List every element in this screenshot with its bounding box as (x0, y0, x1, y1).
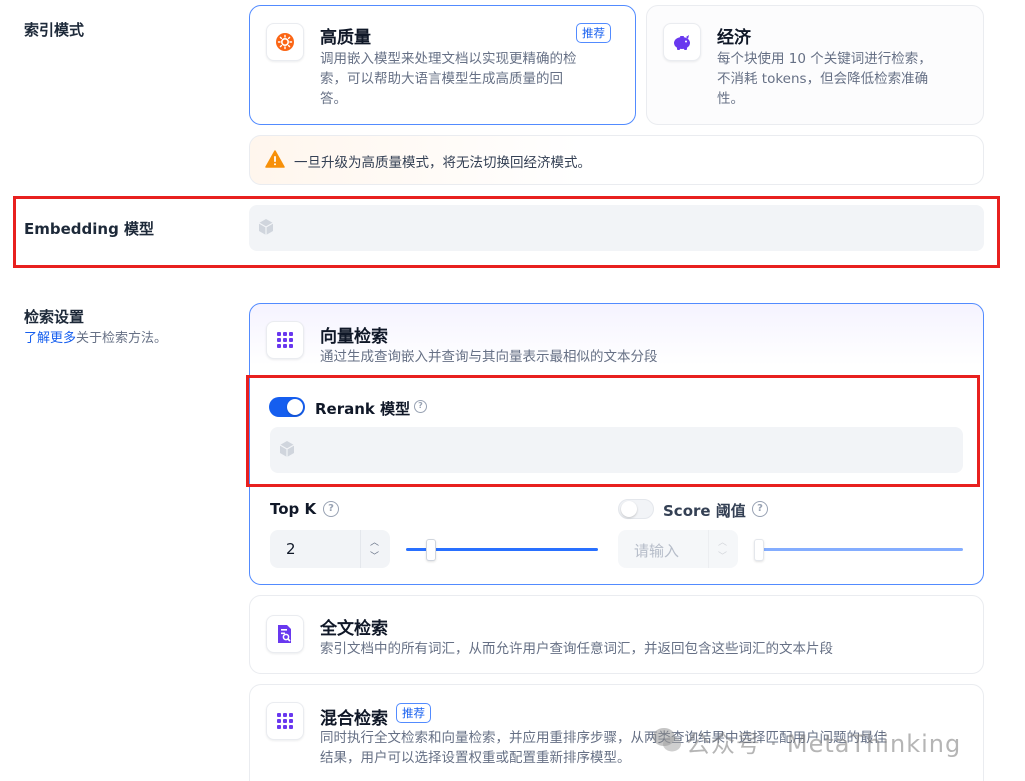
piggy-bank-icon (663, 23, 701, 61)
warning-text: 一旦升级为高质量模式，将无法切换回经济模式。 (294, 155, 591, 171)
score-threshold-toggle[interactable] (618, 499, 654, 519)
grid-icon (266, 702, 304, 740)
sun-icon (266, 23, 304, 61)
economy-title: 经济 (717, 28, 751, 48)
upgrade-warning: 一旦升级为高质量模式，将无法切换回经济模式。 (249, 135, 984, 185)
high-quality-option[interactable]: 高质量 推荐 调用嵌入模型来处理文档以实现更精确的检 索，可以帮助大语言模型生成… (249, 5, 636, 125)
vector-search-title: 向量检索 (320, 327, 388, 347)
fulltext-search-title: 全文检索 (320, 619, 388, 639)
chevron-down-icon[interactable]: ﹀ (718, 549, 727, 562)
warning-icon (265, 150, 285, 168)
top-k-slider-thumb[interactable] (426, 539, 436, 561)
score-help-icon[interactable]: ? (752, 501, 768, 517)
economy-option[interactable]: 经济 每个块使用 10 个关键词进行检索， 不消耗 tokens，但会降低检索准… (646, 5, 984, 125)
cube-icon (258, 219, 274, 235)
learn-more-link[interactable]: 了解更多 (24, 331, 76, 346)
top-k-stepper[interactable]: ︿ ﹀ (360, 530, 390, 568)
vector-search-desc: 通过生成查询嵌入并查询与其向量表示最相似的文本分段 (320, 349, 658, 365)
high-quality-title: 高质量 (320, 28, 371, 48)
economy-desc: 每个块使用 10 个关键词进行检索， 不消耗 tokens，但会降低检索准确 性… (717, 51, 932, 107)
chevron-up-icon[interactable]: ︿ (370, 535, 379, 548)
rerank-model-label: Rerank 模型 (315, 400, 411, 418)
cube-icon (279, 441, 295, 457)
score-threshold-input[interactable]: 请输入 ︿ ﹀ (618, 530, 738, 568)
recommend-badge: 推荐 (396, 703, 431, 723)
fulltext-search-desc: 索引文档中的所有词汇，从而允许用户查询任意词汇，并返回包含这些词汇的文本片段 (320, 641, 833, 657)
high-quality-desc: 调用嵌入模型来处理文档以实现更精确的检 索，可以帮助大语言模型生成高质量的回 答… (320, 51, 577, 107)
top-k-value: 2 (286, 540, 296, 558)
retrieval-help-text: 了解更多关于检索方法。 (24, 331, 168, 346)
rerank-toggle[interactable] (269, 397, 305, 417)
watermark-text: 公众号 · MetaThinking (686, 730, 962, 758)
index-mode-label: 索引模式 (24, 21, 85, 39)
chevron-up-icon[interactable]: ︿ (718, 535, 727, 548)
score-slider-track[interactable] (758, 548, 963, 551)
top-k-help-icon[interactable]: ? (323, 501, 339, 517)
score-threshold-label: Score 阈值 (663, 502, 746, 520)
score-placeholder: 请输入 (634, 542, 680, 560)
top-k-input[interactable]: 2 ︿ ﹀ (270, 530, 390, 568)
wechat-logo-icon (653, 728, 681, 752)
rerank-help-icon[interactable]: ? (414, 400, 427, 413)
embedding-model-label: Embedding 模型 (24, 220, 155, 238)
recommend-badge: 推荐 (576, 23, 611, 43)
embedding-model-select[interactable] (249, 205, 984, 251)
score-slider-thumb[interactable] (754, 539, 764, 561)
retrieval-settings-label: 检索设置 (24, 308, 85, 326)
fulltext-search-option[interactable]: 全文检索 索引文档中的所有词汇，从而允许用户查询任意词汇，并返回包含这些词汇的文… (249, 595, 984, 674)
grid-icon (266, 321, 304, 359)
document-search-icon (266, 615, 304, 653)
rerank-model-select[interactable] (270, 427, 963, 473)
chevron-down-icon[interactable]: ﹀ (370, 549, 379, 562)
hybrid-search-title: 混合检索 (320, 709, 388, 729)
score-stepper[interactable]: ︿ ﹀ (708, 530, 738, 568)
top-k-label: Top K (270, 500, 317, 518)
